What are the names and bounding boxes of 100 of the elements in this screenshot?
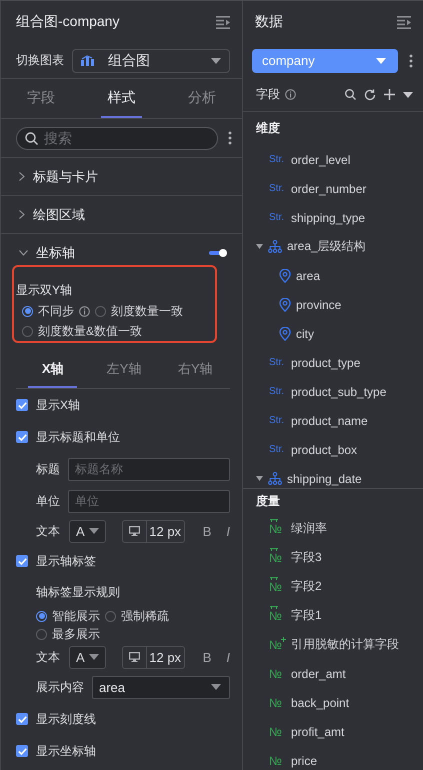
refresh-icon[interactable] bbox=[364, 88, 376, 100]
caret-down-icon bbox=[211, 684, 221, 690]
field-item[interactable]: Str. product_name bbox=[243, 406, 423, 435]
font-size-field[interactable]: 12 px bbox=[122, 520, 185, 542]
font-color-select[interactable]: A bbox=[69, 520, 106, 542]
field-item[interactable]: province bbox=[243, 290, 423, 319]
checkbox[interactable] bbox=[16, 555, 28, 567]
caret-down-icon bbox=[88, 528, 99, 534]
field-item[interactable]: № price bbox=[243, 746, 423, 770]
tab[interactable]: 左Y轴 bbox=[99, 352, 149, 388]
checkbox[interactable] bbox=[16, 399, 28, 411]
checkmark-icon bbox=[18, 716, 26, 722]
caret-down-icon[interactable] bbox=[256, 476, 263, 481]
setting-label: 文本 bbox=[36, 648, 60, 666]
field-item[interactable]: Str. product_sub_type bbox=[243, 377, 423, 406]
field-item[interactable]: № 绿润率 bbox=[243, 514, 423, 543]
italic-button[interactable]: I bbox=[226, 524, 230, 538]
string-type-tag: Str. bbox=[269, 183, 286, 194]
radio-option[interactable]: 刻度数量&数值一致 bbox=[22, 322, 142, 340]
search-icon[interactable] bbox=[345, 89, 356, 100]
checkbox[interactable] bbox=[16, 713, 28, 725]
checkbox-label: 显示X轴 bbox=[36, 396, 80, 414]
field-item[interactable]: Str. shipping_type bbox=[243, 203, 423, 232]
plus-icon[interactable] bbox=[384, 89, 395, 100]
section-title[interactable]: 坐标轴 bbox=[36, 244, 201, 262]
bold-button[interactable]: B bbox=[202, 524, 212, 538]
italic-button[interactable]: I bbox=[226, 650, 230, 664]
field-label: 单位 bbox=[36, 492, 60, 510]
section-title[interactable]: 标题与卡片 bbox=[33, 168, 227, 186]
radio-option[interactable]: 强制稀疏 bbox=[105, 607, 169, 625]
field-item[interactable]: city bbox=[243, 319, 423, 348]
search-icon bbox=[25, 132, 38, 144]
field-label: 标题 bbox=[36, 460, 60, 478]
font-size-field[interactable]: 12 px bbox=[122, 646, 185, 668]
tab[interactable]: 分析 bbox=[182, 79, 222, 118]
bar-mark-icon bbox=[270, 548, 278, 552]
number-type-tag: № bbox=[269, 754, 286, 768]
field-item[interactable]: № back_point bbox=[243, 688, 423, 717]
field-item[interactable]: № profit_amt bbox=[243, 717, 423, 746]
checkbox-label: 显示轴标签 bbox=[36, 552, 96, 570]
radio-option[interactable]: 智能展示 bbox=[36, 607, 100, 625]
field-item[interactable]: № 引用脱敏的计算字段 bbox=[243, 630, 423, 659]
checkbox[interactable] bbox=[16, 745, 28, 757]
more-icon[interactable] bbox=[228, 131, 232, 145]
caret-down-icon[interactable] bbox=[256, 244, 263, 249]
section-title[interactable]: 绘图区域 bbox=[33, 206, 227, 224]
more-icon[interactable] bbox=[409, 54, 413, 68]
tab[interactable]: 右Y轴 bbox=[170, 352, 220, 388]
checkbox-label: 显示坐标轴 bbox=[36, 742, 96, 760]
location-pin-icon bbox=[279, 298, 291, 312]
bold-button[interactable]: B bbox=[202, 650, 212, 664]
caret-down-icon bbox=[376, 58, 386, 64]
collapse-panel-icon[interactable] bbox=[216, 16, 230, 28]
input-field[interactable]: 标题名称 bbox=[68, 458, 230, 480]
toggle-switch[interactable] bbox=[209, 248, 227, 256]
font-color-select[interactable]: A bbox=[69, 646, 106, 668]
chevron-right-icon[interactable] bbox=[19, 172, 25, 181]
select-dropdown[interactable]: area bbox=[92, 676, 230, 698]
tab[interactable]: 字段 bbox=[21, 79, 62, 118]
field-item[interactable]: Str. order_level bbox=[243, 145, 423, 174]
tab[interactable]: 样式 bbox=[101, 79, 142, 118]
radio-option[interactable]: 最多展示 bbox=[36, 625, 100, 643]
string-type-tag: Str. bbox=[269, 154, 286, 165]
fields-label: 字段 bbox=[256, 86, 280, 103]
number-type-tag: № bbox=[269, 638, 282, 650]
field-item[interactable]: № order_amt bbox=[243, 659, 423, 688]
radio-option[interactable]: 不同步 bbox=[22, 302, 90, 320]
field-item[interactable]: № 字段2 bbox=[243, 572, 423, 601]
checkmark-icon bbox=[18, 402, 26, 408]
tab[interactable]: X轴 bbox=[28, 352, 78, 388]
field-item[interactable]: № 字段1 bbox=[243, 601, 423, 630]
field-item[interactable]: Str. product_box bbox=[243, 435, 423, 464]
field-item[interactable]: area bbox=[243, 261, 423, 290]
field-item[interactable]: № 字段3 bbox=[243, 543, 423, 572]
checkbox-label: 显示刻度线 bbox=[36, 710, 96, 728]
string-type-tag: Str. bbox=[269, 386, 286, 397]
chevron-down-icon[interactable] bbox=[19, 250, 28, 256]
chart-type-dropdown[interactable]: 组合图 bbox=[72, 48, 230, 72]
search-field[interactable]: 搜索 bbox=[16, 126, 218, 150]
checkmark-icon bbox=[18, 748, 26, 754]
field-item[interactable]: shipping_date bbox=[243, 464, 423, 488]
caret-down-icon bbox=[211, 58, 221, 64]
panel-title: 数据 bbox=[255, 13, 283, 31]
checkmark-icon bbox=[18, 434, 26, 440]
info-icon bbox=[285, 89, 296, 100]
monitor-icon bbox=[128, 652, 140, 662]
field-item[interactable]: area_层级结构 bbox=[243, 232, 423, 261]
field-item[interactable]: Str. order_number bbox=[243, 174, 423, 203]
input-field[interactable]: 单位 bbox=[68, 490, 230, 512]
collapse-panel-icon[interactable] bbox=[397, 16, 411, 28]
checkbox[interactable] bbox=[16, 431, 28, 443]
radio-option[interactable]: 刻度数量一致 bbox=[95, 302, 183, 320]
field-label: 展示内容 bbox=[36, 678, 84, 696]
location-pin-icon bbox=[279, 268, 291, 282]
field-item[interactable]: Str. product_type bbox=[243, 348, 423, 377]
string-type-tag: Str. bbox=[269, 415, 286, 426]
number-type-tag: № bbox=[269, 724, 286, 738]
chevron-right-icon[interactable] bbox=[19, 210, 25, 219]
number-type-tag: № bbox=[269, 552, 282, 564]
string-type-tag: Str. bbox=[269, 444, 286, 455]
